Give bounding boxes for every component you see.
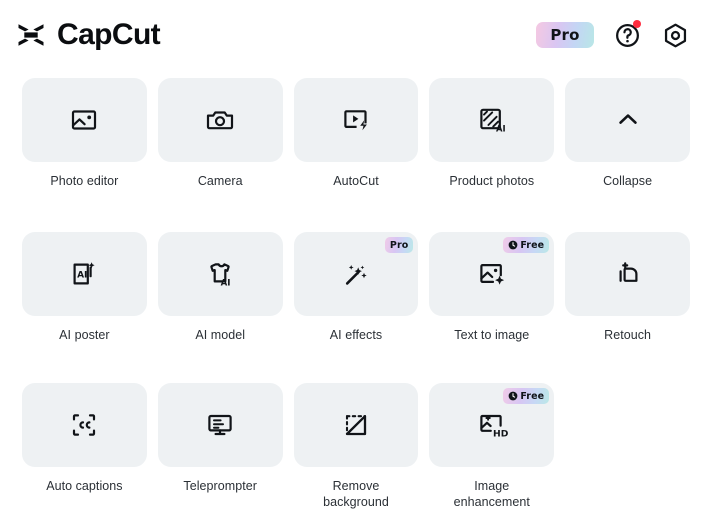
tool-tile-autocut[interactable] bbox=[293, 78, 419, 162]
tool-tile-auto-captions[interactable] bbox=[22, 383, 147, 467]
ai-model-tshirt-icon: AI bbox=[204, 258, 236, 290]
gear-icon bbox=[662, 22, 689, 49]
capcut-logo-icon bbox=[14, 18, 48, 52]
tool-cell-photo-editor: Photo editor bbox=[22, 78, 147, 189]
app-header: CapCut Pro bbox=[0, 0, 712, 70]
tool-tile-camera[interactable] bbox=[157, 78, 283, 162]
settings-button[interactable] bbox=[660, 20, 690, 50]
help-button[interactable] bbox=[612, 20, 642, 50]
brand-name: CapCut bbox=[57, 18, 161, 51]
tool-label: Text to image bbox=[454, 328, 530, 342]
tool-cell-retouch: Retouch bbox=[565, 232, 690, 343]
clock-icon bbox=[508, 240, 518, 250]
free-badge-label: Free bbox=[520, 390, 545, 402]
svg-text:HD: HD bbox=[493, 428, 508, 439]
tool-label: Image enhancement bbox=[453, 479, 530, 509]
tool-cell-camera: Camera bbox=[157, 78, 283, 189]
tool-label: Auto captions bbox=[46, 479, 123, 493]
tool-tile-teleprompter[interactable] bbox=[157, 383, 283, 467]
clock-icon bbox=[508, 391, 518, 401]
tool-label: AI poster bbox=[59, 328, 110, 342]
tool-tile-image-enhancement[interactable]: Free HD bbox=[429, 383, 555, 467]
teleprompter-icon bbox=[204, 409, 236, 441]
tool-cell-collapse: Collapse bbox=[565, 78, 690, 189]
ai-poster-icon: AI bbox=[68, 258, 100, 290]
chevron-up-icon bbox=[612, 104, 644, 136]
autocut-icon bbox=[340, 104, 372, 136]
notification-dot bbox=[633, 20, 641, 28]
photo-editor-icon bbox=[68, 104, 100, 136]
pro-badge: Pro bbox=[384, 237, 414, 253]
tool-tile-ai-effects[interactable]: Pro bbox=[293, 232, 419, 316]
remove-background-icon bbox=[340, 409, 372, 441]
text-to-image-icon bbox=[476, 258, 508, 290]
tool-cell-empty bbox=[565, 383, 690, 510]
tool-grid-row-1: Photo editor Camera AutoCut AI Product p… bbox=[0, 70, 712, 224]
svg-text:AI: AI bbox=[496, 123, 506, 133]
camera-icon bbox=[204, 104, 236, 136]
closed-captions-icon bbox=[68, 409, 100, 441]
tool-label: AutoCut bbox=[333, 174, 379, 188]
tool-tile-collapse[interactable] bbox=[565, 78, 690, 162]
tool-label: AI effects bbox=[329, 328, 383, 342]
tool-label: Retouch bbox=[604, 328, 652, 342]
image-enhancement-hd-icon: HD bbox=[476, 409, 508, 441]
pro-badge-button[interactable]: Pro bbox=[536, 22, 594, 48]
tool-label: Teleprompter bbox=[183, 479, 257, 493]
tool-tile-retouch[interactable] bbox=[565, 232, 690, 316]
tool-tile-remove-background[interactable] bbox=[293, 383, 419, 467]
tool-cell-autocut: AutoCut bbox=[293, 78, 419, 189]
tool-tile-product-photos[interactable]: AI bbox=[429, 78, 555, 162]
tool-label: Photo editor bbox=[50, 174, 119, 188]
tool-cell-teleprompter: Teleprompter bbox=[157, 383, 283, 510]
tool-label: Camera bbox=[197, 174, 243, 188]
tool-tile-ai-poster[interactable]: AI bbox=[22, 232, 147, 316]
brand: CapCut bbox=[14, 18, 161, 52]
tool-label: Collapse bbox=[603, 174, 653, 188]
tool-label: Product photos bbox=[449, 174, 535, 188]
free-badge-label: Free bbox=[520, 239, 545, 251]
tool-tile-photo-editor[interactable] bbox=[22, 78, 147, 162]
svg-text:AI: AI bbox=[77, 270, 87, 280]
tool-grid-row-3: Auto captions Teleprompter Remove backgr… bbox=[0, 375, 712, 510]
pro-badge-label: Pro bbox=[389, 239, 409, 251]
header-actions: Pro bbox=[536, 20, 690, 50]
free-badge: Free bbox=[503, 237, 550, 253]
magic-wand-icon bbox=[340, 258, 372, 290]
tool-cell-image-enhancement: Free HD Image enhancement bbox=[429, 383, 555, 510]
tool-cell-product-photos: AI Product photos bbox=[429, 78, 555, 189]
tool-cell-ai-model: AI AI model bbox=[157, 232, 283, 343]
tool-label: AI model bbox=[195, 328, 246, 342]
tool-cell-remove-background: Remove background bbox=[293, 383, 419, 510]
svg-text:AI: AI bbox=[221, 279, 231, 289]
tool-cell-ai-poster: AI AI poster bbox=[22, 232, 147, 343]
tool-cell-text-to-image: Free Text to image bbox=[429, 232, 555, 343]
tool-tile-ai-model[interactable]: AI bbox=[157, 232, 283, 316]
tool-grid-row-2: AI AI poster AI AI model Pro AI effects … bbox=[0, 224, 712, 375]
tool-label: Remove background bbox=[323, 479, 389, 509]
free-badge: Free bbox=[503, 388, 550, 404]
product-photos-ai-icon: AI bbox=[476, 104, 508, 136]
tool-tile-text-to-image[interactable]: Free bbox=[429, 232, 555, 316]
tool-cell-auto-captions: Auto captions bbox=[22, 383, 147, 510]
retouch-icon bbox=[612, 258, 644, 290]
tool-cell-ai-effects: Pro AI effects bbox=[293, 232, 419, 343]
